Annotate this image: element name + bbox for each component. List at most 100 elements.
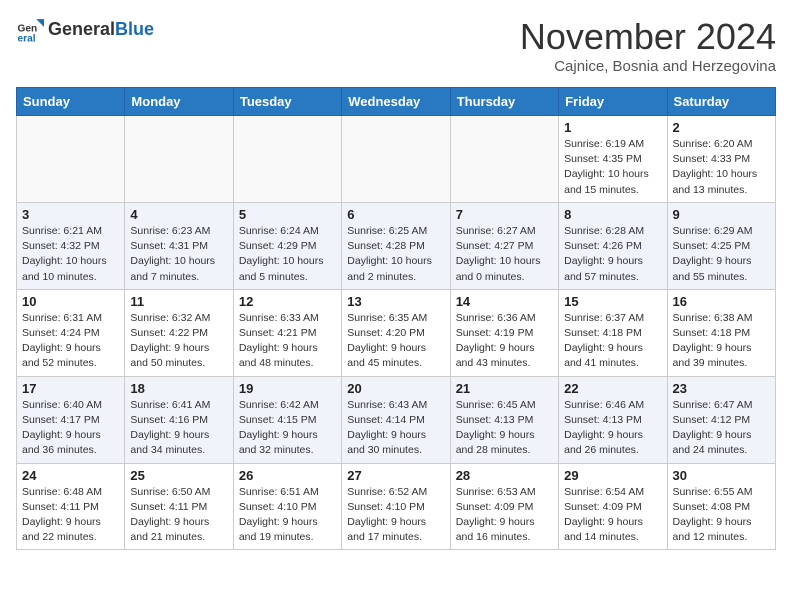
- day-number: 19: [239, 381, 336, 396]
- calendar-day-cell: 30Sunrise: 6:55 AM Sunset: 4:08 PM Dayli…: [667, 463, 775, 550]
- day-number: 10: [22, 294, 119, 309]
- calendar-week-row: 17 Sunrise: 6:40 AM Sunset: 4:17 PM Dayli…: [17, 376, 776, 463]
- day-info: Sunrise: 6:51 AM Sunset: 4:10 PM Dayligh…: [239, 485, 336, 546]
- day-number: 29: [564, 468, 661, 483]
- day-number: 21: [456, 381, 553, 396]
- day-info: Sunrise: 6:54 AM Sunset: 4:09 PM Dayligh…: [564, 485, 661, 546]
- day-info: Sunrise: 6:25 AM Sunset: 4:28 PM Dayligh…: [347, 224, 444, 285]
- calendar-day-cell: 6 Sunrise: 6:25 AM Sunset: 4:28 PM Daylig…: [342, 202, 450, 289]
- calendar-week-row: 10 Sunrise: 6:31 AM Sunset: 4:24 PM Dayli…: [17, 289, 776, 376]
- calendar-day-cell: 1 Sunrise: 6:19 AM Sunset: 4:35 PM Daylig…: [559, 116, 667, 203]
- day-number: 17: [22, 381, 119, 396]
- day-number: 30: [673, 468, 770, 483]
- calendar-day-cell: 10 Sunrise: 6:31 AM Sunset: 4:24 PM Dayli…: [17, 289, 125, 376]
- day-number: 1: [564, 120, 661, 135]
- day-number: 22: [564, 381, 661, 396]
- calendar-day-cell: [342, 116, 450, 203]
- day-header-saturday: Saturday: [667, 88, 775, 116]
- calendar-day-cell: 24 Sunrise: 6:48 AM Sunset: 4:11 PM Dayli…: [17, 463, 125, 550]
- day-info: Sunrise: 6:40 AM Sunset: 4:17 PM Dayligh…: [22, 398, 119, 459]
- day-number: 6: [347, 207, 444, 222]
- day-info: Sunrise: 6:28 AM Sunset: 4:26 PM Dayligh…: [564, 224, 661, 285]
- calendar-day-cell: 15Sunrise: 6:37 AM Sunset: 4:18 PM Dayli…: [559, 289, 667, 376]
- day-header-friday: Friday: [559, 88, 667, 116]
- day-number: 2: [673, 120, 770, 135]
- day-info: Sunrise: 6:21 AM Sunset: 4:32 PM Dayligh…: [22, 224, 119, 285]
- day-number: 4: [130, 207, 227, 222]
- day-number: 11: [130, 294, 227, 309]
- day-info: Sunrise: 6:32 AM Sunset: 4:22 PM Dayligh…: [130, 311, 227, 372]
- day-number: 3: [22, 207, 119, 222]
- calendar-week-row: 24 Sunrise: 6:48 AM Sunset: 4:11 PM Dayli…: [17, 463, 776, 550]
- day-number: 24: [22, 468, 119, 483]
- calendar-day-cell: 9Sunrise: 6:29 AM Sunset: 4:25 PM Daylig…: [667, 202, 775, 289]
- logo-icon: Gen eral: [16, 16, 44, 44]
- calendar-table: SundayMondayTuesdayWednesdayThursdayFrid…: [16, 87, 776, 550]
- calendar-day-cell: 22 Sunrise: 6:46 AM Sunset: 4:13 PM Dayli…: [559, 376, 667, 463]
- calendar-day-cell: [125, 116, 233, 203]
- day-info: Sunrise: 6:52 AM Sunset: 4:10 PM Dayligh…: [347, 485, 444, 546]
- day-number: 13: [347, 294, 444, 309]
- day-number: 16: [673, 294, 770, 309]
- day-info: Sunrise: 6:46 AM Sunset: 4:13 PM Dayligh…: [564, 398, 661, 459]
- day-info: Sunrise: 6:19 AM Sunset: 4:35 PM Dayligh…: [564, 137, 661, 198]
- page-header: Gen eral GeneralBlue November 2024 Cajni…: [16, 16, 776, 75]
- day-header-tuesday: Tuesday: [233, 88, 341, 116]
- day-number: 14: [456, 294, 553, 309]
- calendar-day-cell: 3 Sunrise: 6:21 AM Sunset: 4:32 PM Daylig…: [17, 202, 125, 289]
- day-info: Sunrise: 6:33 AM Sunset: 4:21 PM Dayligh…: [239, 311, 336, 372]
- calendar-day-cell: 19Sunrise: 6:42 AM Sunset: 4:15 PM Dayli…: [233, 376, 341, 463]
- day-info: Sunrise: 6:53 AM Sunset: 4:09 PM Dayligh…: [456, 485, 553, 546]
- location-text: Cajnice, Bosnia and Herzegovina: [520, 58, 776, 75]
- day-number: 5: [239, 207, 336, 222]
- calendar-day-cell: 5 Sunrise: 6:24 AM Sunset: 4:29 PM Daylig…: [233, 202, 341, 289]
- calendar-week-row: 1 Sunrise: 6:19 AM Sunset: 4:35 PM Daylig…: [17, 116, 776, 203]
- calendar-day-cell: 26 Sunrise: 6:51 AM Sunset: 4:10 PM Dayli…: [233, 463, 341, 550]
- day-info: Sunrise: 6:41 AM Sunset: 4:16 PM Dayligh…: [130, 398, 227, 459]
- day-info: Sunrise: 6:43 AM Sunset: 4:14 PM Dayligh…: [347, 398, 444, 459]
- calendar-day-cell: 4 Sunrise: 6:23 AM Sunset: 4:31 PM Daylig…: [125, 202, 233, 289]
- calendar-day-cell: 27Sunrise: 6:52 AM Sunset: 4:10 PM Dayli…: [342, 463, 450, 550]
- day-info: Sunrise: 6:50 AM Sunset: 4:11 PM Dayligh…: [130, 485, 227, 546]
- calendar-day-cell: 16Sunrise: 6:38 AM Sunset: 4:18 PM Dayli…: [667, 289, 775, 376]
- day-info: Sunrise: 6:47 AM Sunset: 4:12 PM Dayligh…: [673, 398, 770, 459]
- day-number: 26: [239, 468, 336, 483]
- day-info: Sunrise: 6:31 AM Sunset: 4:24 PM Dayligh…: [22, 311, 119, 372]
- day-info: Sunrise: 6:36 AM Sunset: 4:19 PM Dayligh…: [456, 311, 553, 372]
- day-header-wednesday: Wednesday: [342, 88, 450, 116]
- day-info: Sunrise: 6:35 AM Sunset: 4:20 PM Dayligh…: [347, 311, 444, 372]
- calendar-day-cell: 2 Sunrise: 6:20 AM Sunset: 4:33 PM Daylig…: [667, 116, 775, 203]
- month-title: November 2024: [520, 16, 776, 58]
- day-number: 20: [347, 381, 444, 396]
- calendar-day-cell: 25 Sunrise: 6:50 AM Sunset: 4:11 PM Dayli…: [125, 463, 233, 550]
- calendar-day-cell: 29 Sunrise: 6:54 AM Sunset: 4:09 PM Dayli…: [559, 463, 667, 550]
- day-number: 23: [673, 381, 770, 396]
- svg-text:eral: eral: [18, 34, 36, 44]
- day-info: Sunrise: 6:23 AM Sunset: 4:31 PM Dayligh…: [130, 224, 227, 285]
- day-number: 12: [239, 294, 336, 309]
- calendar-day-cell: 17 Sunrise: 6:40 AM Sunset: 4:17 PM Dayli…: [17, 376, 125, 463]
- calendar-day-cell: [17, 116, 125, 203]
- day-number: 9: [673, 207, 770, 222]
- day-info: Sunrise: 6:45 AM Sunset: 4:13 PM Dayligh…: [456, 398, 553, 459]
- calendar-day-cell: 18Sunrise: 6:41 AM Sunset: 4:16 PM Dayli…: [125, 376, 233, 463]
- day-number: 25: [130, 468, 227, 483]
- day-header-sunday: Sunday: [17, 88, 125, 116]
- day-info: Sunrise: 6:48 AM Sunset: 4:11 PM Dayligh…: [22, 485, 119, 546]
- calendar-day-cell: 28 Sunrise: 6:53 AM Sunset: 4:09 PM Dayli…: [450, 463, 558, 550]
- calendar-day-cell: 14 Sunrise: 6:36 AM Sunset: 4:19 PM Dayli…: [450, 289, 558, 376]
- day-info: Sunrise: 6:24 AM Sunset: 4:29 PM Dayligh…: [239, 224, 336, 285]
- calendar-day-cell: 13 Sunrise: 6:35 AM Sunset: 4:20 PM Dayli…: [342, 289, 450, 376]
- day-info: Sunrise: 6:27 AM Sunset: 4:27 PM Dayligh…: [456, 224, 553, 285]
- day-info: Sunrise: 6:20 AM Sunset: 4:33 PM Dayligh…: [673, 137, 770, 198]
- day-number: 8: [564, 207, 661, 222]
- calendar-day-cell: [233, 116, 341, 203]
- calendar-day-cell: 20 Sunrise: 6:43 AM Sunset: 4:14 PM Dayli…: [342, 376, 450, 463]
- logo-general-text: General: [48, 19, 115, 39]
- calendar-day-cell: 23 Sunrise: 6:47 AM Sunset: 4:12 PM Dayli…: [667, 376, 775, 463]
- day-header-monday: Monday: [125, 88, 233, 116]
- day-number: 28: [456, 468, 553, 483]
- calendar-day-cell: 8 Sunrise: 6:28 AM Sunset: 4:26 PM Daylig…: [559, 202, 667, 289]
- title-block: November 2024 Cajnice, Bosnia and Herzeg…: [520, 16, 776, 75]
- logo: Gen eral GeneralBlue: [16, 16, 154, 44]
